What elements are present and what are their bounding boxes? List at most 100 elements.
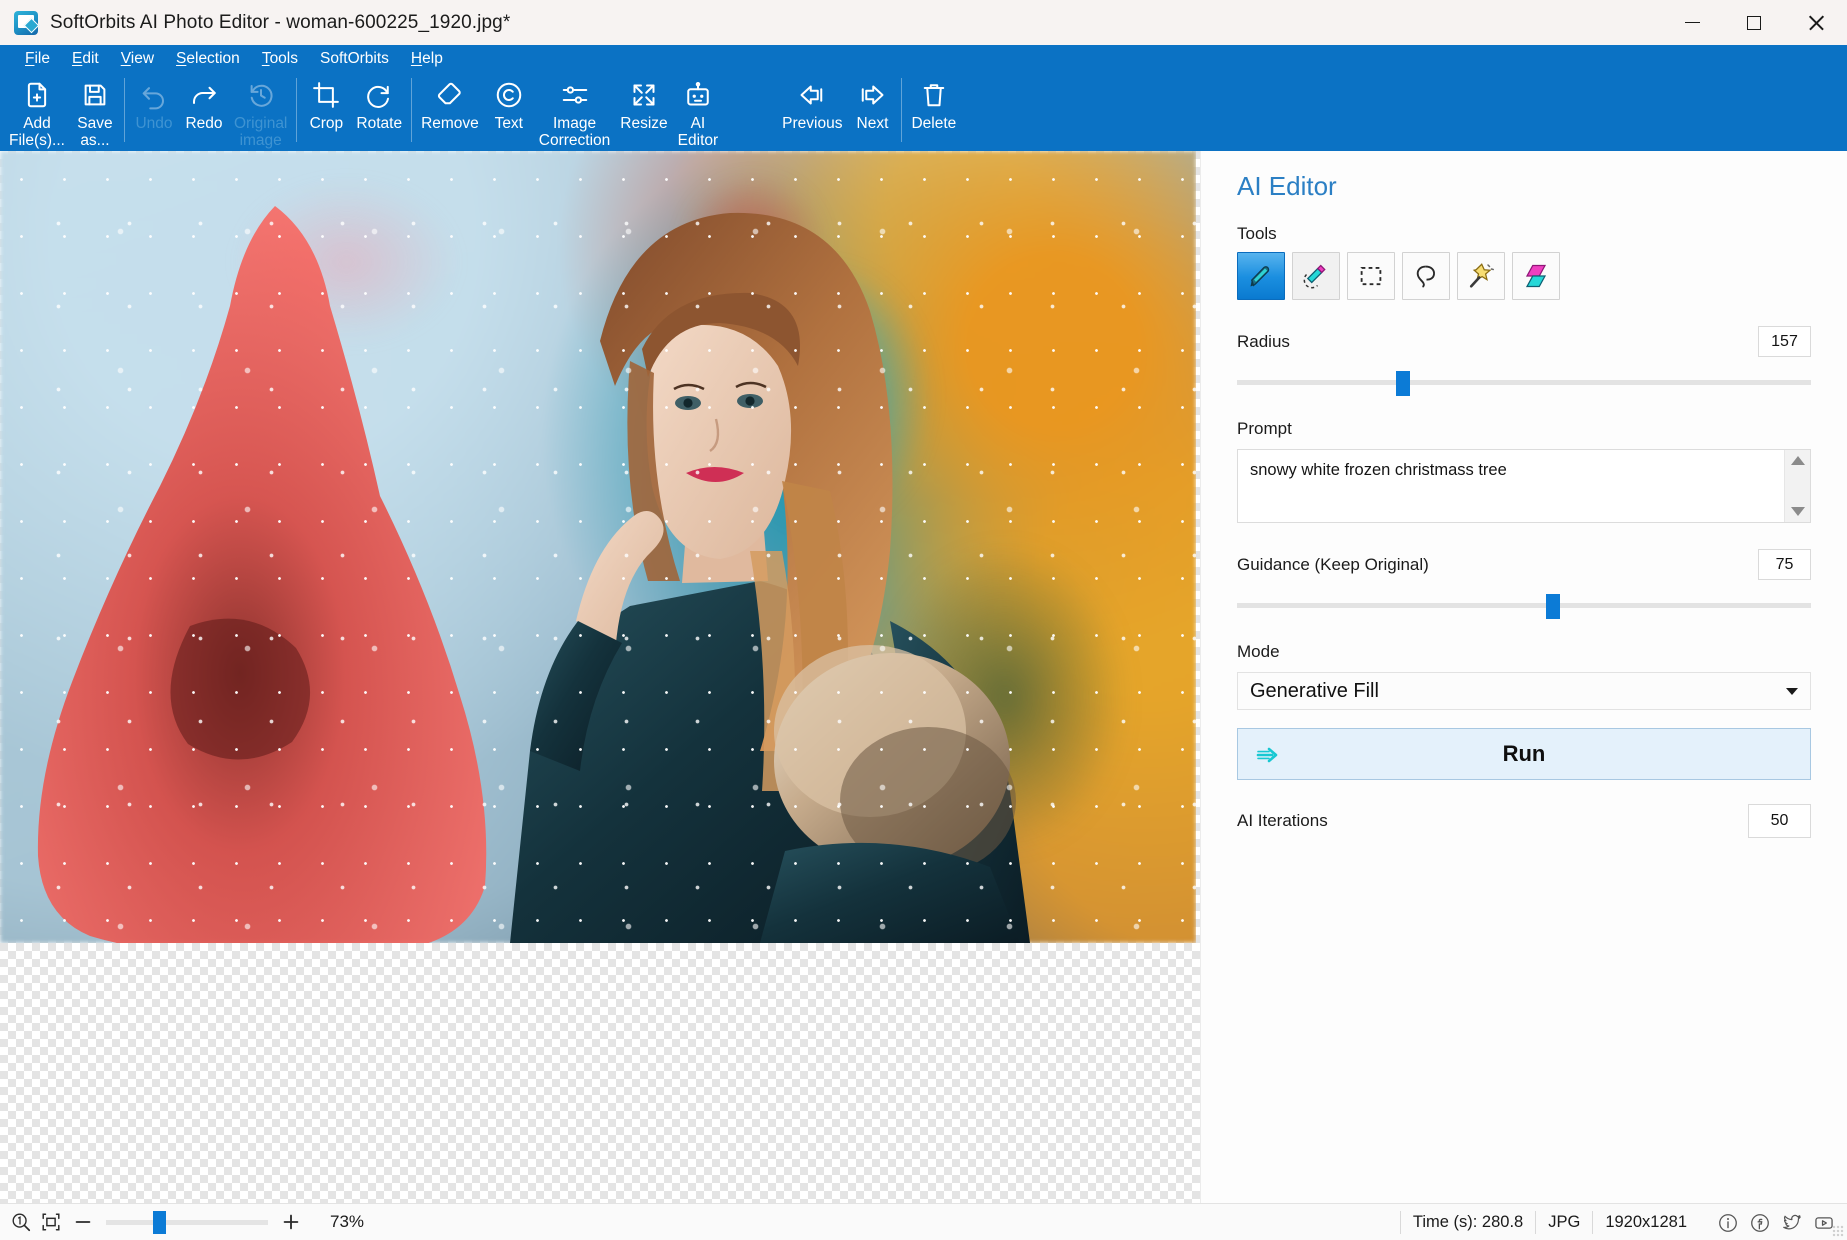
menu-selection[interactable]: Selection: [165, 48, 251, 70]
zoom-percent-label: 73%: [330, 1212, 364, 1232]
menu-help[interactable]: Help: [400, 48, 454, 70]
toolbar-add-files[interactable]: Add File(s)...: [4, 72, 70, 151]
minimize-button[interactable]: [1661, 0, 1723, 45]
run-button[interactable]: Run: [1237, 728, 1811, 780]
info-icon: [1717, 1212, 1739, 1234]
toolbar-label: Redo: [180, 115, 227, 132]
app-logo-icon: [14, 11, 38, 35]
toolbar-label: Text: [490, 115, 528, 132]
magic-wand-icon: [1466, 261, 1496, 291]
toolbar-separator: [901, 78, 902, 142]
guidance-slider-track: [1237, 603, 1811, 608]
toolbar-delete[interactable]: Delete: [906, 72, 961, 151]
toolbar-label: Previous: [777, 115, 847, 132]
mode-select[interactable]: Generative Fill: [1237, 672, 1811, 710]
status-bar: 73% Time (s): 280.8 JPG 1920x1281: [0, 1203, 1847, 1240]
redo-icon: [189, 78, 219, 112]
toolbar-previous[interactable]: Previous: [777, 72, 847, 151]
twitter-button[interactable]: [1777, 1208, 1807, 1238]
tool-lasso-select[interactable]: [1402, 252, 1450, 300]
menu-tools[interactable]: Tools: [251, 48, 309, 70]
tool-brush[interactable]: [1237, 252, 1285, 300]
guidance-label: Guidance (Keep Original): [1237, 555, 1758, 575]
toolbar-crop[interactable]: Crop: [301, 72, 351, 151]
status-format: JPG: [1535, 1211, 1592, 1234]
prompt-input[interactable]: snowy white frozen christmass tree: [1237, 449, 1811, 523]
zoom-slider[interactable]: [106, 1211, 268, 1233]
scroll-up-icon[interactable]: [1791, 456, 1805, 465]
toolbar-undo[interactable]: Undo: [129, 72, 179, 151]
zoom-actual-size-button[interactable]: [6, 1207, 36, 1237]
iterations-value[interactable]: 50: [1748, 804, 1811, 838]
window-controls: [1661, 0, 1847, 45]
status-time: Time (s): 280.8: [1400, 1211, 1535, 1234]
resize-icon: [629, 78, 659, 112]
tool-fill-shape[interactable]: [1512, 252, 1560, 300]
guidance-slider-thumb[interactable]: [1546, 594, 1560, 619]
eraser-icon: [435, 78, 465, 112]
previous-arrow-icon: [797, 78, 827, 112]
run-arrow-icon: [1256, 745, 1282, 770]
toolbar-label: Undo: [130, 115, 177, 132]
mode-selected-value: Generative Fill: [1250, 680, 1379, 703]
toolbar-resize[interactable]: Resize: [615, 72, 672, 151]
toolbar-label: Original image: [229, 115, 292, 149]
scroll-down-icon[interactable]: [1791, 507, 1805, 516]
rect-select-icon: [1356, 261, 1386, 291]
facebook-button[interactable]: [1745, 1208, 1775, 1238]
close-button[interactable]: [1785, 0, 1847, 45]
rotate-icon: [364, 78, 394, 112]
main-toolbar: Add File(s)... Save as... Undo Redo: [0, 72, 1847, 151]
radius-value[interactable]: 157: [1758, 326, 1811, 357]
prompt-scrollbar[interactable]: [1784, 450, 1810, 522]
toolbar-remove[interactable]: Remove: [416, 72, 484, 151]
ai-editor-panel: AI Editor Tools: [1200, 151, 1847, 1203]
toolbar-label: Rotate: [351, 115, 407, 132]
guidance-slider[interactable]: [1237, 594, 1811, 616]
tool-rect-select[interactable]: [1347, 252, 1395, 300]
toolbar-rotate[interactable]: Rotate: [351, 72, 407, 151]
toolbar-next[interactable]: Next: [847, 72, 897, 151]
status-bar-right: Time (s): 280.8 JPG 1920x1281: [1400, 1204, 1839, 1240]
info-button[interactable]: [1713, 1208, 1743, 1238]
image-canvas[interactable]: [0, 151, 1200, 1203]
toolbar-image-correction[interactable]: Image Correction: [534, 72, 616, 151]
maximize-icon: [1747, 16, 1761, 30]
robot-icon: [683, 78, 713, 112]
iterations-row: AI Iterations 50: [1237, 804, 1811, 838]
resize-grip[interactable]: [1832, 1225, 1844, 1237]
radius-slider[interactable]: [1237, 371, 1811, 393]
lasso-icon: [1411, 261, 1441, 291]
toolbar-save-as[interactable]: Save as...: [70, 72, 120, 151]
close-icon: [1808, 15, 1824, 31]
radius-row: Radius 157: [1237, 326, 1811, 357]
toolbar-original-image[interactable]: Original image: [229, 72, 292, 151]
tool-mask-eraser[interactable]: [1292, 252, 1340, 300]
zoom-in-button[interactable]: [274, 1207, 308, 1237]
toolbar-label: Next: [852, 115, 894, 132]
toolbar-text[interactable]: Text: [484, 72, 534, 151]
brush-icon: [1246, 261, 1276, 291]
menu-softorbits[interactable]: SoftOrbits: [309, 48, 400, 70]
guidance-value[interactable]: 75: [1758, 549, 1811, 580]
toolbar-separator: [296, 78, 297, 142]
menu-view[interactable]: View: [110, 48, 165, 70]
tool-magic-wand[interactable]: [1457, 252, 1505, 300]
fit-to-window-button[interactable]: [36, 1207, 66, 1237]
zoom-out-button[interactable]: [66, 1207, 100, 1237]
zoom-slider-thumb[interactable]: [153, 1211, 166, 1234]
toolbar-ai-editor[interactable]: AI Editor: [673, 72, 724, 151]
radius-slider-thumb[interactable]: [1396, 371, 1410, 396]
trash-icon: [919, 78, 949, 112]
menu-file[interactable]: File: [14, 48, 61, 70]
title-bar: SoftOrbits AI Photo Editor - woman-60022…: [0, 0, 1847, 45]
toolbar-separator: [411, 78, 412, 142]
menu-edit[interactable]: Edit: [61, 48, 110, 70]
toolbar-redo[interactable]: Redo: [179, 72, 229, 151]
woman-subject: [330, 151, 1050, 943]
application-window: SoftOrbits AI Photo Editor - woman-60022…: [0, 0, 1847, 1240]
guidance-row: Guidance (Keep Original) 75: [1237, 549, 1811, 580]
maximize-button[interactable]: [1723, 0, 1785, 45]
toolbar-label: Remove: [416, 115, 484, 132]
twitter-icon: [1781, 1212, 1803, 1234]
